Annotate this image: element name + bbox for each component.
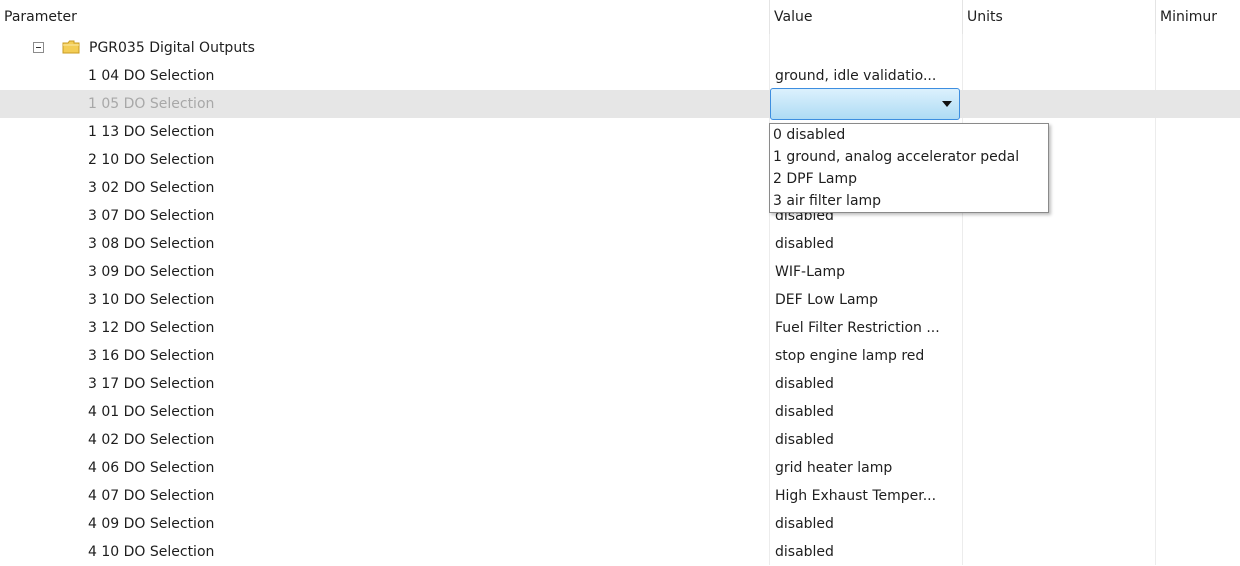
table-row[interactable]: 3 08 DO Selection disabled [0, 230, 1240, 258]
parameter-name: 3 12 DO Selection [88, 320, 215, 336]
column-header-value[interactable]: Value [770, 0, 963, 34]
dropdown-options-list: 0 disabled 1 ground, analog accelerator … [769, 123, 1049, 213]
group-row-digital-outputs[interactable]: PGR035 Digital Outputs [0, 34, 1240, 62]
column-header-minimum[interactable]: Minimur [1156, 0, 1240, 34]
table-row[interactable]: 4 02 DO Selection disabled [0, 426, 1240, 454]
parameter-name: 1 05 DO Selection [88, 96, 215, 112]
collapse-icon[interactable] [33, 42, 44, 53]
chevron-down-icon[interactable] [942, 101, 952, 107]
parameter-name: 3 02 DO Selection [88, 180, 215, 196]
parameter-name: 4 10 DO Selection [88, 544, 215, 560]
parameter-name: 3 08 DO Selection [88, 236, 215, 252]
table-row[interactable]: 1 05 DO Selection [0, 90, 1240, 118]
parameter-value[interactable]: WIF-Lamp [775, 258, 845, 286]
parameter-name: 3 09 DO Selection [88, 264, 215, 280]
table-row[interactable]: 4 06 DO Selection grid heater lamp [0, 454, 1240, 482]
parameter-value[interactable]: ground, idle validatio... [775, 62, 936, 90]
column-header-parameter[interactable]: Parameter [0, 0, 770, 34]
table-row[interactable]: 2 10 DO Selection [0, 146, 1240, 174]
parameter-name: 4 07 DO Selection [88, 488, 215, 504]
table-row[interactable]: 1 04 DO Selection ground, idle validatio.… [0, 62, 1240, 90]
parameter-value[interactable]: disabled [775, 510, 834, 538]
parameter-value[interactable]: disabled [775, 426, 834, 454]
column-header-units[interactable]: Units [963, 0, 1156, 34]
parameter-name: 4 01 DO Selection [88, 404, 215, 420]
table-row[interactable]: 3 09 DO Selection WIF-Lamp [0, 258, 1240, 286]
table-row[interactable]: 4 10 DO Selection disabled [0, 538, 1240, 566]
table-row[interactable]: 3 16 DO Selection stop engine lamp red [0, 342, 1240, 370]
column-header-bar: Parameter Value Units Minimur [0, 0, 1240, 34]
parameter-value[interactable]: disabled [775, 398, 834, 426]
parameter-value[interactable]: grid heater lamp [775, 454, 892, 482]
parameter-value[interactable]: disabled [775, 370, 834, 398]
folder-icon [62, 40, 80, 54]
table-row[interactable]: 3 02 DO Selection [0, 174, 1240, 202]
dropdown-option-3[interactable]: 3 air filter lamp [773, 190, 1045, 212]
table-row[interactable]: 4 01 DO Selection disabled [0, 398, 1240, 426]
parameter-name: 3 16 DO Selection [88, 348, 215, 364]
group-label: PGR035 Digital Outputs [89, 40, 255, 56]
table-row[interactable]: 4 09 DO Selection disabled [0, 510, 1240, 538]
parameter-name: 4 09 DO Selection [88, 516, 215, 532]
parameter-value[interactable]: DEF Low Lamp [775, 286, 878, 314]
parameter-value[interactable]: disabled [775, 230, 834, 258]
parameter-name: 3 07 DO Selection [88, 208, 215, 224]
parameter-name: 1 13 DO Selection [88, 124, 215, 140]
value-dropdown-combobox[interactable] [770, 88, 960, 120]
dropdown-option-1[interactable]: 1 ground, analog accelerator pedal [773, 146, 1045, 168]
parameter-name: 4 02 DO Selection [88, 432, 215, 448]
parameter-name: 2 10 DO Selection [88, 152, 215, 168]
table-row[interactable]: 3 17 DO Selection disabled [0, 370, 1240, 398]
table-row[interactable]: 1 13 DO Selection [0, 118, 1240, 146]
parameter-value[interactable]: disabled [775, 538, 834, 566]
table-row[interactable]: 3 07 DO Selection disabled [0, 202, 1240, 230]
dropdown-option-0[interactable]: 0 disabled [773, 124, 1045, 146]
parameter-value[interactable]: High Exhaust Temper... [775, 482, 936, 510]
dropdown-option-2[interactable]: 2 DPF Lamp [773, 168, 1045, 190]
parameter-value[interactable]: stop engine lamp red [775, 342, 924, 370]
table-row[interactable]: 4 07 DO Selection High Exhaust Temper... [0, 482, 1240, 510]
parameter-name: 3 10 DO Selection [88, 292, 215, 308]
parameter-value[interactable]: Fuel Filter Restriction ... [775, 314, 940, 342]
parameter-name: 3 17 DO Selection [88, 376, 215, 392]
table-row[interactable]: 3 10 DO Selection DEF Low Lamp [0, 286, 1240, 314]
parameter-name: 1 04 DO Selection [88, 68, 215, 84]
table-row[interactable]: 3 12 DO Selection Fuel Filter Restriction… [0, 314, 1240, 342]
parameter-name: 4 06 DO Selection [88, 460, 215, 476]
